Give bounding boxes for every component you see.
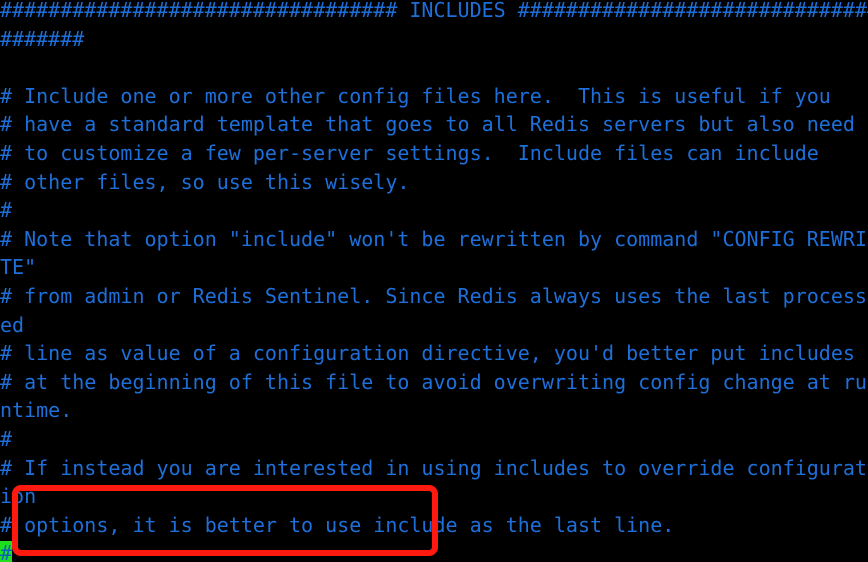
comment-line[interactable]: # at the beginning of this file to avoid… bbox=[0, 368, 868, 397]
terminal-window: ################################# INCLUD… bbox=[0, 0, 868, 562]
comment-line[interactable]: # bbox=[0, 425, 868, 454]
comment-line[interactable]: ion bbox=[0, 482, 868, 511]
comment-line[interactable]: ################################# INCLUD… bbox=[0, 0, 868, 25]
comment-line[interactable]: TE" bbox=[0, 253, 868, 282]
comment-line[interactable]: # from admin or Redis Sentinel. Since Re… bbox=[0, 282, 868, 311]
comment-line[interactable]: ####### bbox=[0, 25, 868, 54]
text-cursor: # bbox=[0, 541, 13, 562]
config-file-text[interactable]: ################################# INCLUD… bbox=[0, 0, 868, 562]
comment-line[interactable]: ntime. bbox=[0, 396, 868, 425]
comment-line[interactable]: # line as value of a configuration direc… bbox=[0, 339, 868, 368]
comment-line[interactable]: # have a standard template that goes to … bbox=[0, 110, 868, 139]
comment-line[interactable]: # If instead you are interested in using… bbox=[0, 454, 868, 483]
comment-line[interactable]: ed bbox=[0, 311, 868, 340]
comment-line[interactable]: # bbox=[0, 539, 868, 562]
comment-line[interactable]: # bbox=[0, 196, 868, 225]
comment-line[interactable]: # to customize a few per-server settings… bbox=[0, 139, 868, 168]
comment-line[interactable]: # Note that option "include" won't be re… bbox=[0, 225, 868, 254]
comment-line[interactable]: # options, it is better to use include a… bbox=[0, 511, 868, 540]
comment-line[interactable]: # other files, so use this wisely. bbox=[0, 168, 868, 197]
comment-line[interactable]: # Include one or more other config files… bbox=[0, 82, 868, 111]
comment-line[interactable] bbox=[0, 53, 868, 82]
